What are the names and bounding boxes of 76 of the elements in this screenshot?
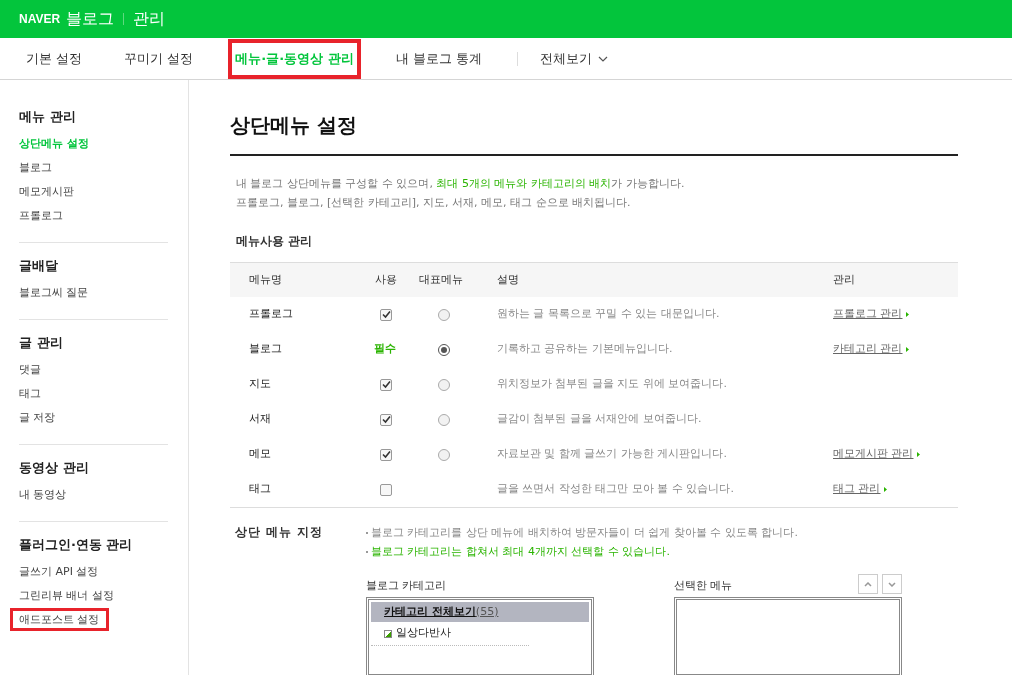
checkbox[interactable] xyxy=(380,413,392,426)
nav-tab[interactable]: 기본 설정 xyxy=(19,38,90,79)
sidebar-item[interactable]: 태그 xyxy=(19,386,41,401)
caret-right-icon xyxy=(905,312,909,317)
chevron-down-icon xyxy=(888,581,896,587)
caret-right-icon xyxy=(916,452,920,457)
list-title: 선택한 메뉴 xyxy=(674,577,733,594)
category-count: (55) xyxy=(475,603,499,620)
sidebar-item[interactable]: 글쓰기 API 설정 xyxy=(19,564,99,579)
category-all-item[interactable]: 카테고리 전체보기(55) xyxy=(371,602,589,622)
menu-description: 원하는 글 목록으로 꾸밀 수 있는 대문입니다. xyxy=(497,306,721,323)
manage-link[interactable]: 메모게시판 관리 xyxy=(833,446,920,463)
sidebar-item[interactable]: 그린리뷰 배너 설정 xyxy=(19,588,114,603)
sidebar-item[interactable]: 애드포스트 설정 xyxy=(10,608,109,631)
chevron-down-icon xyxy=(597,55,608,62)
manage-link[interactable]: 카테고리 관리 xyxy=(833,341,909,358)
note-text: 블로그 카테고리는 합쳐서 최대 4개까지 선택할 수 있습니다. xyxy=(371,544,670,560)
menu-name: 메모 xyxy=(249,446,272,463)
category-all-label[interactable]: 카테고리 전체보기 xyxy=(384,603,476,621)
column-header: 대표메뉴 xyxy=(418,271,464,288)
section-title: 상단 메뉴 지정 xyxy=(234,524,325,541)
sidebar-item[interactable]: 프롤로그 xyxy=(19,208,63,223)
required-label: 필수 xyxy=(374,342,396,356)
chevron-up-icon xyxy=(864,581,872,587)
description-text: 내 블로그 상단메뉴를 구성할 수 있으며, 최대 5개의 메뉴와 카테고리의 배치가 가능합니다. xyxy=(236,176,686,192)
menu-description: 위치정보가 첨부된 글을 지도 위에 보여줍니다. xyxy=(497,376,728,393)
menu-name: 블로그 xyxy=(249,341,283,358)
menu-description: 기록하고 공유하는 기본메뉴입니다. xyxy=(497,341,674,358)
radio-button[interactable] xyxy=(438,448,450,461)
radio-button[interactable] xyxy=(438,378,450,391)
column-header: 설명 xyxy=(497,271,520,288)
caret-right-icon xyxy=(883,487,887,492)
menu-name: 지도 xyxy=(249,376,272,393)
menu-name: 서재 xyxy=(249,411,272,428)
sidebar-group-title: 동영상 관리 xyxy=(19,459,90,477)
caret-right-icon xyxy=(905,347,909,352)
sidebar-group-title: 글 관리 xyxy=(19,334,64,352)
checkbox[interactable] xyxy=(380,483,392,496)
list-title: 블로그 카테고리 xyxy=(366,577,448,594)
radio-button[interactable] xyxy=(438,343,450,356)
sidebar-item[interactable]: 댓글 xyxy=(19,362,41,377)
checkbox[interactable] xyxy=(380,308,392,321)
all-view-dropdown[interactable]: 전체보기 xyxy=(539,48,608,69)
sidebar-group-title: 글배달 xyxy=(19,257,59,275)
sidebar-item[interactable]: 블로그 xyxy=(19,160,52,175)
column-header: 사용 xyxy=(374,271,398,288)
category-item[interactable]: 일상다반사 xyxy=(396,625,451,642)
radio-button[interactable] xyxy=(438,413,450,426)
nav-tab[interactable]: 꾸미기 설정 xyxy=(117,38,201,79)
menu-description: 글을 쓰면서 작성한 태그만 모아 볼 수 있습니다. xyxy=(497,481,735,498)
menu-name: 프롤로그 xyxy=(249,306,294,323)
checkbox[interactable] xyxy=(380,378,392,391)
menu-description: 글감이 첨부된 글을 서재안에 보여줍니다. xyxy=(497,411,703,428)
section-title: 메뉴사용 관리 xyxy=(235,233,314,250)
description-text: 프롤로그, 블로그, [선택한 카테고리], 지도, 서재, 메모, 태그 순으로 배치됩니다. xyxy=(236,195,632,211)
page-title: 상단메뉴 설정 xyxy=(230,110,958,156)
sidebar-item[interactable]: 메모게시판 xyxy=(19,184,74,199)
column-header: 메뉴명 xyxy=(249,271,283,288)
nav-tab[interactable]: 내 블로그 통계 xyxy=(388,38,489,79)
section-title: 관리 xyxy=(133,8,166,30)
sidebar-item[interactable]: 글 저장 xyxy=(19,410,56,425)
menu-name: 태그 xyxy=(249,481,272,498)
manage-link[interactable]: 프롤로그 관리 xyxy=(833,306,909,323)
move-down-button[interactable] xyxy=(882,574,902,594)
column-header: 관리 xyxy=(833,271,856,288)
radio-button[interactable] xyxy=(438,308,450,321)
sidebar-item[interactable]: 내 동영상 xyxy=(19,487,67,502)
checkbox[interactable] xyxy=(380,448,392,461)
sidebar-group-title: 플러그인·연동 관리 xyxy=(19,536,134,554)
manage-link[interactable]: 태그 관리 xyxy=(833,481,887,498)
move-up-button[interactable] xyxy=(858,574,878,594)
category-icon xyxy=(384,629,392,638)
sidebar-item[interactable]: 블로그씨 질문 xyxy=(19,285,89,300)
note-text: 블로그 카테고리를 상단 메뉴에 배치하여 방문자들이 더 쉽게 찾아볼 수 있도록 합니다. xyxy=(371,525,798,541)
sidebar-group-title: 메뉴 관리 xyxy=(19,108,77,126)
menu-description: 자료보관 및 함께 글쓰기 가능한 게시판입니다. xyxy=(497,446,728,463)
